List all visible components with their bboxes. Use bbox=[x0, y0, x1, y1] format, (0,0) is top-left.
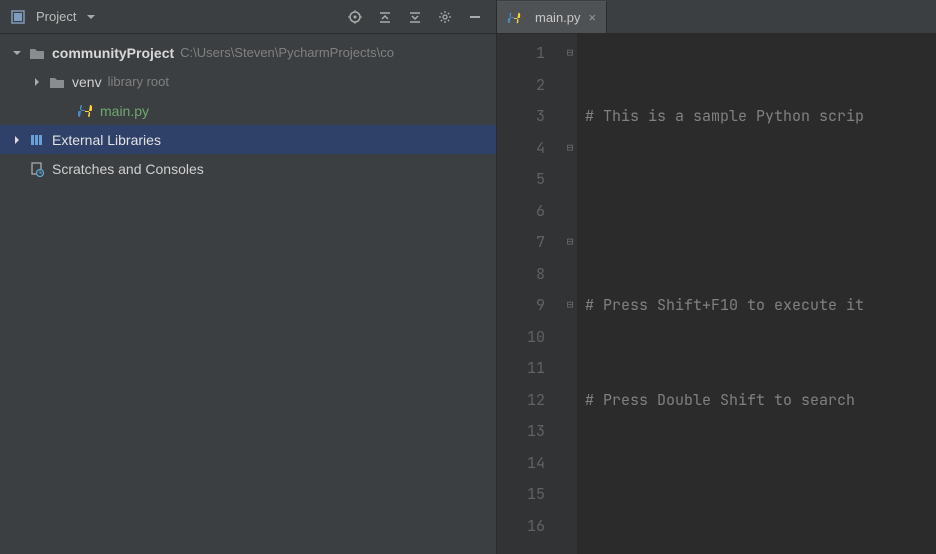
fold-gutter[interactable]: ⊟⊟⊟⊟ bbox=[563, 34, 577, 554]
code-text: # Press Shift+F10 to execute it bbox=[585, 295, 864, 315]
scratches-label: Scratches and Consoles bbox=[52, 161, 204, 177]
editor-panel: main.py × 1 2 3 4 5 6 7 8 9 10 11 12 13 … bbox=[497, 0, 936, 554]
folder-icon bbox=[28, 44, 46, 62]
tree-scratches[interactable]: ▸ Scratches and Consoles bbox=[0, 154, 496, 183]
tree-external-libraries[interactable]: External Libraries bbox=[0, 125, 496, 154]
python-file-icon bbox=[76, 102, 94, 120]
line-number[interactable]: 5 bbox=[497, 164, 545, 196]
project-view-icon[interactable] bbox=[8, 7, 28, 27]
project-dropdown-icon[interactable] bbox=[82, 8, 100, 26]
line-number[interactable]: 3 bbox=[497, 101, 545, 133]
chevron-down-icon[interactable] bbox=[10, 48, 24, 58]
line-number[interactable]: 10 bbox=[497, 322, 545, 354]
tab-title: main.py bbox=[535, 10, 581, 25]
project-tree[interactable]: communityProject C:\Users\Steven\Pycharm… bbox=[0, 34, 496, 554]
line-number[interactable]: 8 bbox=[497, 259, 545, 291]
venv-tag: library root bbox=[108, 74, 169, 89]
project-path: C:\Users\Steven\PycharmProjects\co bbox=[180, 45, 394, 60]
line-number[interactable]: 2 bbox=[497, 70, 545, 102]
venv-name: venv bbox=[72, 74, 102, 90]
line-number[interactable]: 9 bbox=[497, 290, 545, 322]
code-area[interactable]: # This is a sample Python scrip # Press … bbox=[577, 34, 936, 554]
close-icon[interactable]: × bbox=[587, 10, 599, 25]
project-toolbar: Project bbox=[0, 0, 496, 34]
hide-icon[interactable] bbox=[466, 8, 484, 26]
line-number[interactable]: 1 bbox=[497, 38, 545, 70]
collapse-all-icon[interactable] bbox=[406, 8, 424, 26]
line-number[interactable]: 11 bbox=[497, 353, 545, 385]
line-number[interactable]: 16 bbox=[497, 511, 545, 543]
python-file-icon bbox=[505, 9, 523, 27]
settings-icon[interactable] bbox=[436, 8, 454, 26]
folder-icon bbox=[48, 73, 66, 91]
line-number[interactable]: 14 bbox=[497, 448, 545, 480]
line-number[interactable]: 12 bbox=[497, 385, 545, 417]
code-text: # Press Double Shift to search bbox=[585, 390, 864, 410]
line-number[interactable]: 7 bbox=[497, 227, 545, 259]
code-text: # This is a sample Python scrip bbox=[585, 106, 864, 126]
tree-venv[interactable]: venv library root bbox=[0, 67, 496, 96]
file-name: main.py bbox=[100, 103, 149, 119]
library-icon bbox=[28, 131, 46, 149]
line-number[interactable]: 4 bbox=[497, 133, 545, 165]
line-number[interactable]: 6 bbox=[497, 196, 545, 228]
project-label: Project bbox=[36, 9, 76, 24]
line-number[interactable]: 15 bbox=[497, 479, 545, 511]
select-opened-file-icon[interactable] bbox=[346, 8, 364, 26]
scratches-icon bbox=[28, 160, 46, 178]
project-name: communityProject bbox=[52, 45, 174, 61]
tree-root-project[interactable]: communityProject C:\Users\Steven\Pycharm… bbox=[0, 38, 496, 67]
expand-all-icon[interactable] bbox=[376, 8, 394, 26]
line-number-gutter[interactable]: 1 2 3 4 5 6 7 8 9 10 11 12 13 14 15 16 bbox=[497, 34, 563, 554]
line-number[interactable]: 13 bbox=[497, 416, 545, 448]
editor-tab-bar: main.py × bbox=[497, 0, 936, 34]
editor-tab-mainpy[interactable]: main.py × bbox=[497, 1, 607, 33]
project-panel: Project bbox=[0, 0, 497, 554]
chevron-right-icon[interactable] bbox=[10, 135, 24, 145]
chevron-right-icon[interactable] bbox=[30, 77, 44, 87]
tree-file-mainpy[interactable]: ▸ main.py bbox=[0, 96, 496, 125]
code-editor[interactable]: 1 2 3 4 5 6 7 8 9 10 11 12 13 14 15 16 ⊟… bbox=[497, 34, 936, 554]
external-libraries-label: External Libraries bbox=[52, 132, 161, 148]
